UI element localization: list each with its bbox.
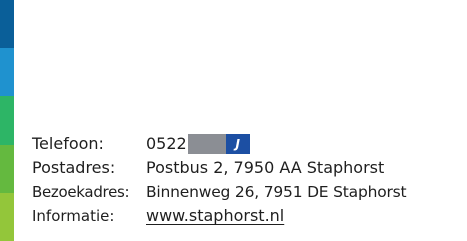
phone-badge-icon: J [225,134,250,154]
phone-row: Telefoon: 0522 J [32,132,467,156]
postal-address-row: Postadres: Postbus 2, 7950 AA Staphorst [32,156,467,180]
phone-label: Telefoon: [32,134,104,153]
color-bar-segment-1 [0,0,14,49]
info-label: Informatie: [32,207,115,225]
color-bar-segment-5 [0,192,14,241]
postal-address-value: Postbus 2, 7950 AA Staphorst [146,158,385,177]
website-link[interactable]: www.staphorst.nl [146,204,284,228]
phone-value: 0522 J [146,132,250,156]
visit-address-row: Bezoekadres: Binnenweg 26, 7951 DE Staph… [32,180,467,204]
redacted-phone-digits [187,134,226,154]
color-bar-segment-3 [0,96,14,145]
visit-address-label: Bezoekadres: [32,183,130,201]
color-bar-segment-4 [0,144,14,193]
contact-details: Telefoon: 0522 J Postadres: Postbus 2, 7… [32,132,467,228]
color-bar-segment-2 [0,48,14,97]
phone-prefix: 0522 [146,134,187,153]
postal-address-label: Postadres: [32,158,116,177]
info-row: Informatie: www.staphorst.nl [32,204,467,228]
visit-address-value: Binnenweg 26, 7951 DE Staphorst [146,183,407,201]
brand-color-bar [0,0,14,241]
